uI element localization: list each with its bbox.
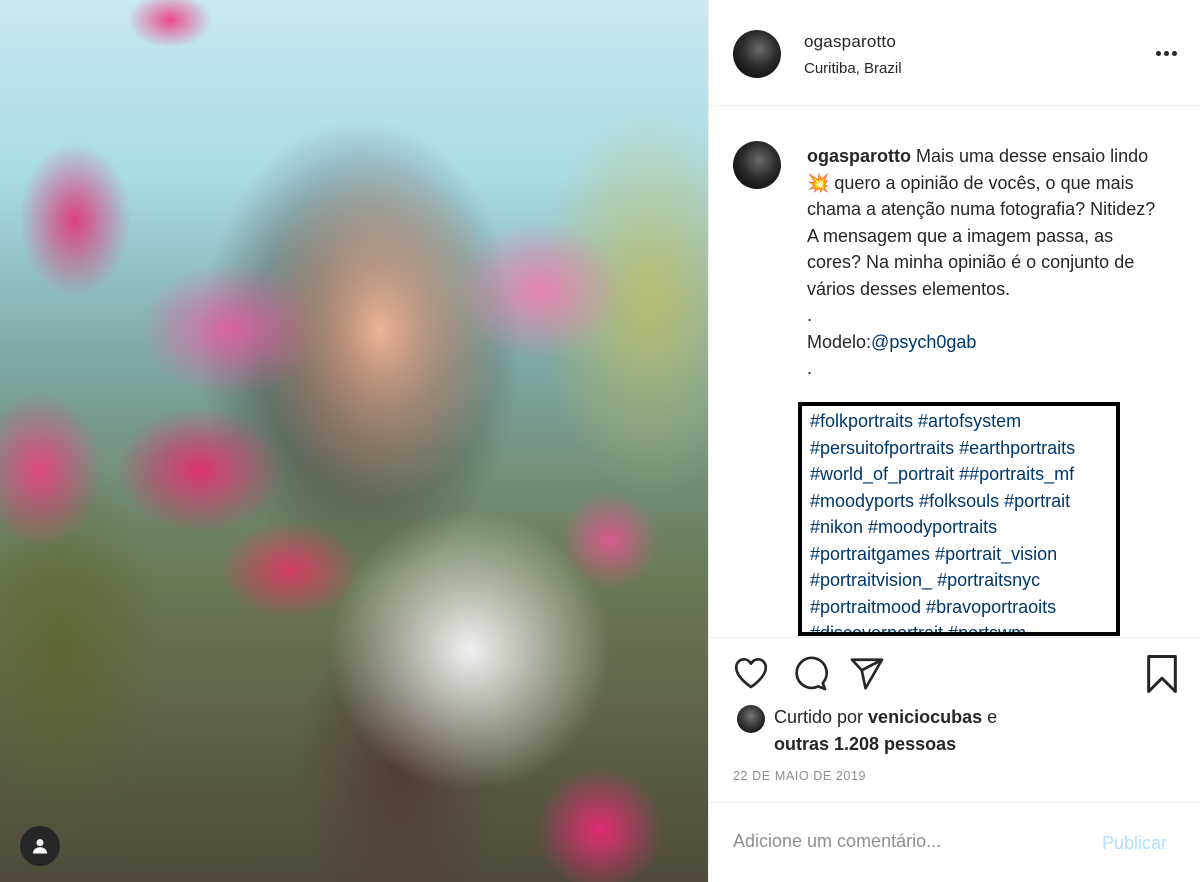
caption-dot: . [807, 305, 813, 325]
hashtags-highlight-box: #folkportraits #artofsystem #persuitofpo… [798, 402, 1120, 636]
liker-avatar[interactable] [737, 705, 765, 733]
author-avatar[interactable] [733, 30, 781, 78]
hashtag-line[interactable]: #portraitvision_ #portraitsnyc [810, 567, 1116, 594]
comment-input[interactable] [733, 831, 1063, 852]
save-button[interactable] [1145, 654, 1179, 699]
post-side-panel: ogasparotto Curitiba, Brazil ogasparotto… [708, 0, 1200, 882]
likes-summary[interactable]: Curtido por veniciocubas e outras 1.208 … [774, 704, 997, 758]
caption-body: Mais uma desse ensaio lindo 💥 quero a op… [807, 146, 1160, 299]
share-button[interactable] [849, 656, 885, 697]
hashtag-line[interactable]: #portraitgames #portrait_vision [810, 541, 1116, 568]
comment-button[interactable] [792, 656, 828, 697]
likes-others-count[interactable]: outras 1.208 pessoas [774, 734, 956, 754]
author-username[interactable]: ogasparotto [804, 32, 896, 52]
user-icon [32, 839, 48, 854]
post-location[interactable]: Curitiba, Brazil [804, 60, 902, 77]
comment-icon [795, 656, 828, 691]
model-mention-link[interactable]: @psych0gab [871, 332, 976, 352]
hashtag-line[interactable]: #world_of_portrait ##portraits_mf [810, 461, 1116, 488]
hashtag-line[interactable]: #nikon #moodyportraits [810, 514, 1116, 541]
more-options-button[interactable] [1151, 43, 1181, 63]
like-button[interactable] [733, 656, 769, 695]
comment-bar: Publicar [709, 802, 1200, 882]
bookmark-icon [1147, 655, 1177, 693]
post-actions: Curtido por veniciocubas e outras 1.208 … [709, 637, 1200, 817]
user-tag-button[interactable] [20, 826, 60, 866]
caption-username[interactable]: ogasparotto [807, 146, 911, 166]
hashtag-line[interactable]: #discoverportrait #portswm [810, 620, 1116, 632]
caption-text: ogasparotto Mais uma desse ensaio lindo … [807, 143, 1167, 382]
heart-icon [734, 657, 768, 689]
share-icon [850, 658, 884, 690]
more-horizontal-icon [1155, 50, 1161, 56]
hashtag-line[interactable]: #persuitofportraits #earthportraits [810, 435, 1116, 462]
liker-username[interactable]: veniciocubas [868, 707, 982, 727]
caption-section: ogasparotto Mais uma desse ensaio lindo … [709, 107, 1200, 637]
post-header: ogasparotto Curitiba, Brazil [709, 0, 1200, 106]
likes-prefix: Curtido por [774, 707, 869, 727]
post-date[interactable]: 22 DE MAIO DE 2019 [733, 769, 866, 783]
hashtag-line[interactable]: #moodyports #folksouls #portrait [810, 488, 1116, 515]
publish-button[interactable]: Publicar [1102, 833, 1167, 854]
caption-dot: . [807, 358, 813, 378]
caption-author-avatar[interactable] [733, 141, 781, 189]
hashtag-line[interactable]: #folkportraits #artofsystem [810, 408, 1116, 435]
likes-middle: e [982, 707, 998, 727]
model-label: Modelo: [807, 331, 872, 352]
post-image[interactable] [0, 0, 708, 882]
hashtag-line[interactable]: #portraitmood #bravoportraoits [810, 594, 1116, 621]
